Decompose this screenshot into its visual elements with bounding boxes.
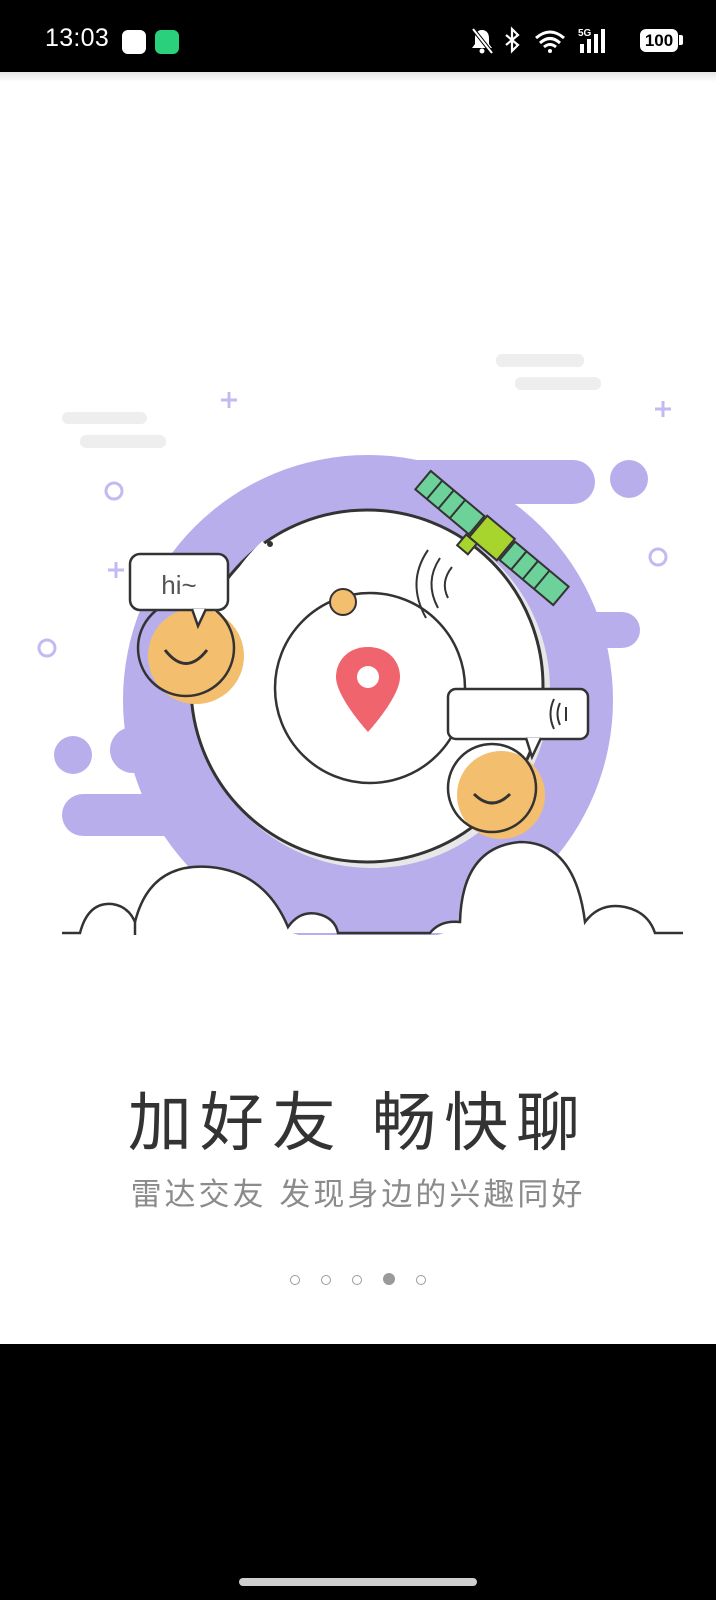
page-indicator-dot-4-active[interactable] [383, 1273, 396, 1285]
gray-cloud-left [62, 412, 166, 448]
onboarding-subtitle: 雷达交友 发现身边的兴趣同好 [130, 1177, 586, 1213]
page-indicator-dot-5[interactable] [416, 1275, 427, 1285]
page-indicator-dot-1[interactable] [289, 1275, 300, 1285]
page-indicator-dot-3[interactable] [352, 1275, 362, 1285]
top-shadow [0, 72, 716, 82]
5g-signal-icon: 5G [578, 28, 605, 53]
chat-bubble-hi-text: hi~ [161, 570, 196, 600]
status-bar: 13:03 5G 100 [0, 0, 716, 72]
app-notification-icon [122, 30, 146, 54]
wifi-icon [535, 30, 565, 53]
orbit-planet [329, 588, 357, 616]
status-time: 13:03 [45, 24, 110, 52]
onboarding-page[interactable]: hi~ 加好友 畅快聊 雷达交友 发现身边的兴趣同好 [0, 72, 716, 1344]
battery-icon: 100 [640, 29, 678, 52]
onboarding-title: 加好友 畅快聊 [127, 1087, 589, 1161]
status-icons: 5G [471, 26, 605, 55]
page-indicator-dot-2[interactable] [320, 1275, 331, 1285]
svg-text:5G: 5G [578, 28, 592, 39]
gray-cloud-right [496, 354, 601, 390]
page-indicator [0, 1270, 716, 1290]
mute-bell-icon [471, 27, 494, 55]
battery-tip [679, 35, 683, 45]
battery-saver-notification-icon [155, 30, 179, 54]
radar-friends-illustration: hi~ [37, 354, 686, 995]
gesture-nav-handle[interactable] [239, 1578, 477, 1586]
bluetooth-icon [505, 26, 520, 54]
